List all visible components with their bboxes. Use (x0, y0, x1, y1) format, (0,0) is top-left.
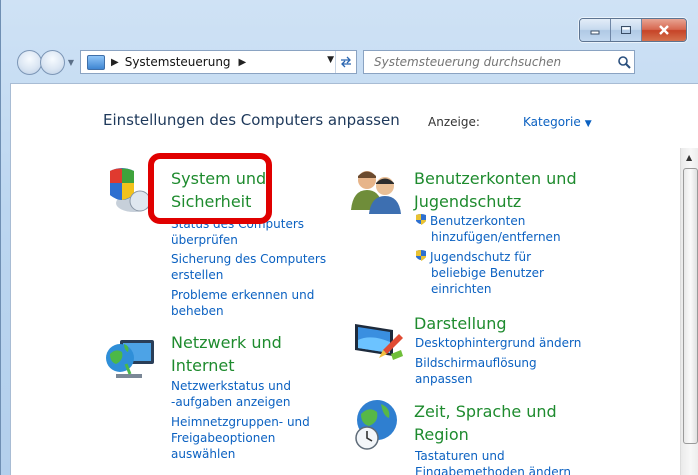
scrollbar-thumb[interactable] (683, 168, 698, 444)
category-clock-language-region[interactable]: Zeit, Sprache und Region (414, 400, 557, 446)
category-title-line: Region (414, 425, 469, 444)
uac-shield-icon (416, 250, 426, 261)
view-by-dropdown[interactable]: Kategorie ▼ (523, 115, 592, 129)
task-backup[interactable]: Sicherung des Computers erstellen (171, 251, 326, 283)
chevron-down-icon: ▼ (67, 57, 75, 67)
category-title-line: Jugendschutz (414, 192, 522, 211)
task-text-line: Probleme erkennen und (171, 288, 315, 302)
back-button[interactable] (17, 49, 42, 75)
task-text-line: Benutzerkonten (430, 214, 526, 228)
category-appearance[interactable]: Darstellung (414, 312, 506, 335)
task-text-line: Freigabeoptionen (171, 431, 276, 445)
navigation-bar: ▼ ▶ Systemsteuerung ▶ ▼ (17, 49, 687, 75)
task-text-line: Bildschirmauflösung (415, 356, 537, 370)
task-change-keyboards[interactable]: Tastaturen und Eingabemethoden ändern (415, 448, 571, 475)
maximize-button[interactable] (611, 19, 642, 41)
task-change-wallpaper[interactable]: Desktophintergrund ändern (415, 335, 581, 351)
user-accounts-icon (351, 171, 401, 214)
address-bar[interactable]: ▶ Systemsteuerung ▶ ▼ (80, 50, 357, 74)
task-text-line: erstellen (171, 268, 224, 282)
view-by-value: Kategorie (523, 115, 581, 129)
maximize-icon (621, 26, 631, 34)
scroll-up-icon[interactable]: ▲ (686, 153, 692, 162)
address-dropdown-icon[interactable]: ▼ (327, 55, 334, 65)
category-title-line: Netzwerk und (171, 333, 282, 352)
task-text-line: Tastaturen und (415, 449, 505, 463)
refresh-icon (341, 56, 351, 68)
vertical-scrollbar[interactable]: ▲ (680, 148, 698, 475)
category-title-line: Internet (171, 356, 235, 375)
task-text-line: Eingabemethoden ändern (415, 465, 571, 475)
task-text-line: einrichten (431, 282, 492, 296)
task-network-status[interactable]: Netzwerkstatus und -aufgaben anzeigen (171, 378, 291, 410)
control-panel-icon (87, 54, 105, 70)
task-text-line: überprüfen (171, 233, 238, 247)
appearance-monitor-icon (355, 324, 403, 360)
chevron-down-icon: ▼ (584, 119, 592, 129)
highlight-annotation (148, 153, 272, 224)
task-text-line: Netzwerkstatus und (171, 379, 291, 393)
task-text-line: -aufgaben anzeigen (171, 395, 291, 409)
search-input[interactable] (372, 54, 611, 70)
breadcrumb-arrow-icon[interactable]: ▶ (111, 57, 119, 68)
breadcrumb-arrow-icon[interactable]: ▶ (239, 57, 247, 68)
control-panel-window: ▼ ▶ Systemsteuerung ▶ ▼ Einstellungen de… (0, 0, 698, 475)
task-text-line: beliebige Benutzer (431, 266, 544, 280)
task-text-line: Heimnetzgruppen- und (171, 415, 310, 429)
page-title: Einstellungen des Computers anpassen (103, 111, 400, 129)
recent-pages-dropdown[interactable]: ▼ (66, 49, 76, 75)
category-network-internet[interactable]: Netzwerk und Internet (171, 331, 282, 377)
task-text-line: anpassen (415, 372, 473, 386)
category-title-line: Benutzerkonten und (414, 169, 577, 188)
network-globe-icon (106, 340, 154, 378)
refresh-button[interactable] (335, 51, 356, 73)
search-icon[interactable] (614, 55, 634, 69)
task-homegroup[interactable]: Heimnetzgruppen- und Freigabeoptionen au… (171, 414, 310, 462)
close-button[interactable] (642, 19, 686, 41)
category-user-accounts[interactable]: Benutzerkonten und Jugendschutz (414, 167, 577, 213)
category-title-line: Zeit, Sprache und (414, 402, 557, 421)
task-parental-controls[interactable]: Jugendschutz für beliebige Benutzer einr… (415, 249, 544, 297)
content-pane: Einstellungen des Computers anpassen Anz… (10, 83, 698, 475)
forward-button[interactable] (40, 49, 65, 75)
clock-globe-icon (355, 400, 397, 450)
search-box[interactable] (363, 50, 635, 74)
close-icon (659, 25, 669, 35)
task-screen-resolution[interactable]: Bildschirmauflösung anpassen (415, 355, 537, 387)
task-text-line: hinzufügen/entfernen (431, 230, 561, 244)
task-add-remove-accounts[interactable]: Benutzerkonten hinzufügen/entfernen (415, 213, 561, 245)
task-text-line: auswählen (171, 447, 236, 461)
window-caption-buttons (579, 18, 687, 42)
breadcrumb-control-panel[interactable]: Systemsteuerung (125, 55, 231, 69)
minimize-icon (590, 30, 600, 35)
task-troubleshoot[interactable]: Probleme erkennen und beheben (171, 287, 314, 319)
uac-shield-icon (416, 214, 426, 225)
task-text-line: beheben (171, 304, 224, 318)
minimize-button[interactable] (580, 19, 611, 41)
task-text-line: Jugendschutz für (430, 250, 532, 264)
task-text-line: Desktophintergrund ändern (415, 336, 582, 350)
task-text-line: Sicherung des Computers (171, 252, 327, 266)
view-by-label: Anzeige: (428, 115, 480, 129)
